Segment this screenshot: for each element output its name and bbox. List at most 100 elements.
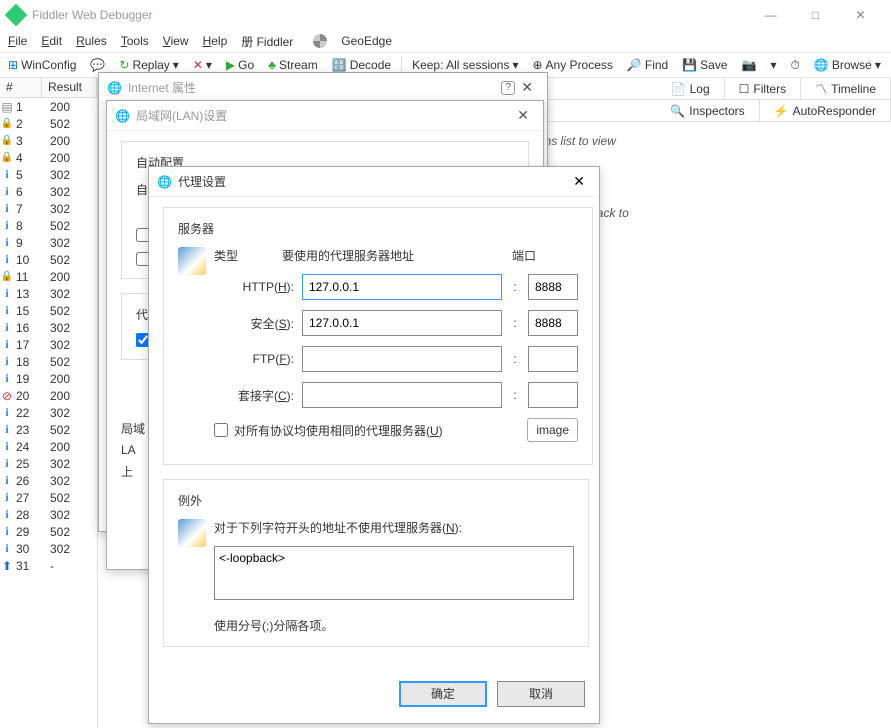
session-row[interactable]: 25302 — [0, 455, 97, 472]
session-icon — [0, 184, 14, 199]
http-addr-input[interactable] — [302, 274, 502, 300]
session-result: 200 — [42, 372, 97, 386]
session-row[interactable]: 28302 — [0, 506, 97, 523]
session-result: 502 — [42, 253, 97, 267]
session-row[interactable]: 23502 — [0, 421, 97, 438]
image-button[interactable]: image — [527, 418, 578, 442]
proxy-close[interactable]: ✕ — [567, 173, 591, 190]
same-proxy-checkbox[interactable] — [214, 423, 228, 437]
session-icon — [0, 100, 14, 114]
ftp-port-input[interactable] — [528, 346, 578, 372]
session-result: 502 — [42, 355, 97, 369]
session-row[interactable]: 8502 — [0, 217, 97, 234]
session-num: 28 — [14, 508, 42, 522]
http-port-input[interactable] — [528, 274, 578, 300]
timer-button[interactable]: ⏱ — [787, 56, 804, 75]
session-icon — [0, 439, 14, 454]
session-icon — [0, 201, 14, 216]
session-num: 19 — [14, 372, 42, 386]
socks-port-input[interactable] — [528, 382, 578, 408]
session-num: 7 — [14, 202, 42, 216]
camera-button[interactable]: 📷 — [738, 56, 761, 74]
session-row[interactable]: 15502 — [0, 302, 97, 319]
menu-fiddler[interactable]: 册 Fiddler — [241, 33, 293, 50]
proxy-settings-dialog: 🌐 代理设置 ✕ 服务器 类型 要使用的代理服务器地址 端口 HTTP(H): — [148, 166, 600, 724]
secure-port-input[interactable] — [528, 310, 578, 336]
winconfig-button[interactable]: ⊞WinConfig — [4, 56, 80, 74]
menu-edit[interactable]: Edit — [41, 34, 62, 48]
session-row[interactable]: 22302 — [0, 404, 97, 421]
lan-close[interactable]: ✕ — [511, 107, 535, 124]
session-row[interactable]: 1200 — [0, 98, 97, 115]
maximize-button[interactable]: □ — [793, 0, 838, 30]
menu-help[interactable]: Help — [203, 34, 228, 48]
session-icon — [0, 235, 14, 250]
session-result: 502 — [42, 304, 97, 318]
tab-filters[interactable]: ☐Filters — [725, 78, 801, 99]
session-row[interactable]: 30302 — [0, 540, 97, 557]
session-result: 302 — [42, 236, 97, 250]
session-icon — [0, 559, 14, 573]
tab-log[interactable]: 📄Log — [657, 78, 725, 99]
session-row[interactable]: 27502 — [0, 489, 97, 506]
session-row[interactable]: 2502 — [0, 115, 97, 132]
menu-file[interactable]: File — [8, 34, 27, 48]
session-row[interactable]: 18502 — [0, 353, 97, 370]
session-row[interactable]: 19200 — [0, 370, 97, 387]
dropdown-button[interactable]: ▾ — [766, 56, 780, 74]
session-row[interactable]: 13302 — [0, 285, 97, 302]
secure-addr-input[interactable] — [302, 310, 502, 336]
menu-geoedge[interactable]: GeoEdge — [341, 34, 392, 48]
session-num: 3 — [14, 134, 42, 148]
find-button[interactable]: 🔎Find — [623, 56, 672, 74]
menu-rules[interactable]: Rules — [76, 34, 107, 48]
session-row[interactable]: 7302 — [0, 200, 97, 217]
menu-tools[interactable]: Tools — [121, 34, 149, 48]
session-num: 26 — [14, 474, 42, 488]
menu-view[interactable]: View — [163, 34, 189, 48]
exceptions-group: 例外 对于下列字符开头的地址不使用代理服务器(N): <-loopback> 使… — [163, 479, 589, 647]
socks-addr-input[interactable] — [302, 382, 502, 408]
exceptions-textarea[interactable]: <-loopback> — [214, 546, 574, 600]
tab-inspectors[interactable]: 🔍Inspectors — [656, 100, 759, 121]
session-row[interactable]: 6302 — [0, 183, 97, 200]
ok-button[interactable]: 确定 — [399, 681, 487, 707]
http-label: HTTP(H): — [214, 280, 294, 294]
close-button[interactable]: ✕ — [838, 0, 883, 30]
session-row[interactable]: 29502 — [0, 523, 97, 540]
session-row[interactable]: 5302 — [0, 166, 97, 183]
session-num: 16 — [14, 321, 42, 335]
browse-button[interactable]: 🌐Browse▾ — [810, 56, 885, 74]
session-row[interactable]: 10502 — [0, 251, 97, 268]
tab-timeline[interactable]: 〽Timeline — [801, 78, 891, 99]
session-row[interactable]: 24200 — [0, 438, 97, 455]
save-button[interactable]: 💾Save — [678, 56, 731, 74]
session-result: 200 — [42, 440, 97, 454]
session-row[interactable]: 26302 — [0, 472, 97, 489]
titlebar: Fiddler Web Debugger — □ ✕ — [0, 0, 891, 30]
session-row[interactable]: 11200 — [0, 268, 97, 285]
session-row[interactable]: 3200 — [0, 132, 97, 149]
session-row[interactable]: 31- — [0, 557, 97, 574]
session-result: 200 — [42, 270, 97, 284]
minimize-button[interactable]: — — [748, 0, 793, 30]
session-icon — [0, 524, 14, 539]
col-num[interactable]: # — [0, 78, 42, 97]
session-result: 302 — [42, 185, 97, 199]
help-button[interactable]: ? — [501, 81, 515, 95]
internet-close[interactable]: ✕ — [515, 79, 539, 96]
col-result[interactable]: Result — [42, 78, 97, 97]
session-result: 502 — [42, 219, 97, 233]
ftp-addr-input[interactable] — [302, 346, 502, 372]
session-row[interactable]: 4200 — [0, 149, 97, 166]
session-row[interactable]: 17302 — [0, 336, 97, 353]
cancel-button[interactable]: 取消 — [497, 681, 585, 707]
tab-autoresponder[interactable]: ⚡AutoResponder — [760, 100, 891, 121]
session-row[interactable]: 20200 — [0, 387, 97, 404]
session-row[interactable]: 16302 — [0, 319, 97, 336]
session-icon — [0, 320, 14, 335]
session-icon — [0, 337, 14, 352]
same-proxy-label: 对所有协议均使用相同的代理服务器(U) — [234, 422, 443, 439]
session-num: 29 — [14, 525, 42, 539]
session-row[interactable]: 9302 — [0, 234, 97, 251]
